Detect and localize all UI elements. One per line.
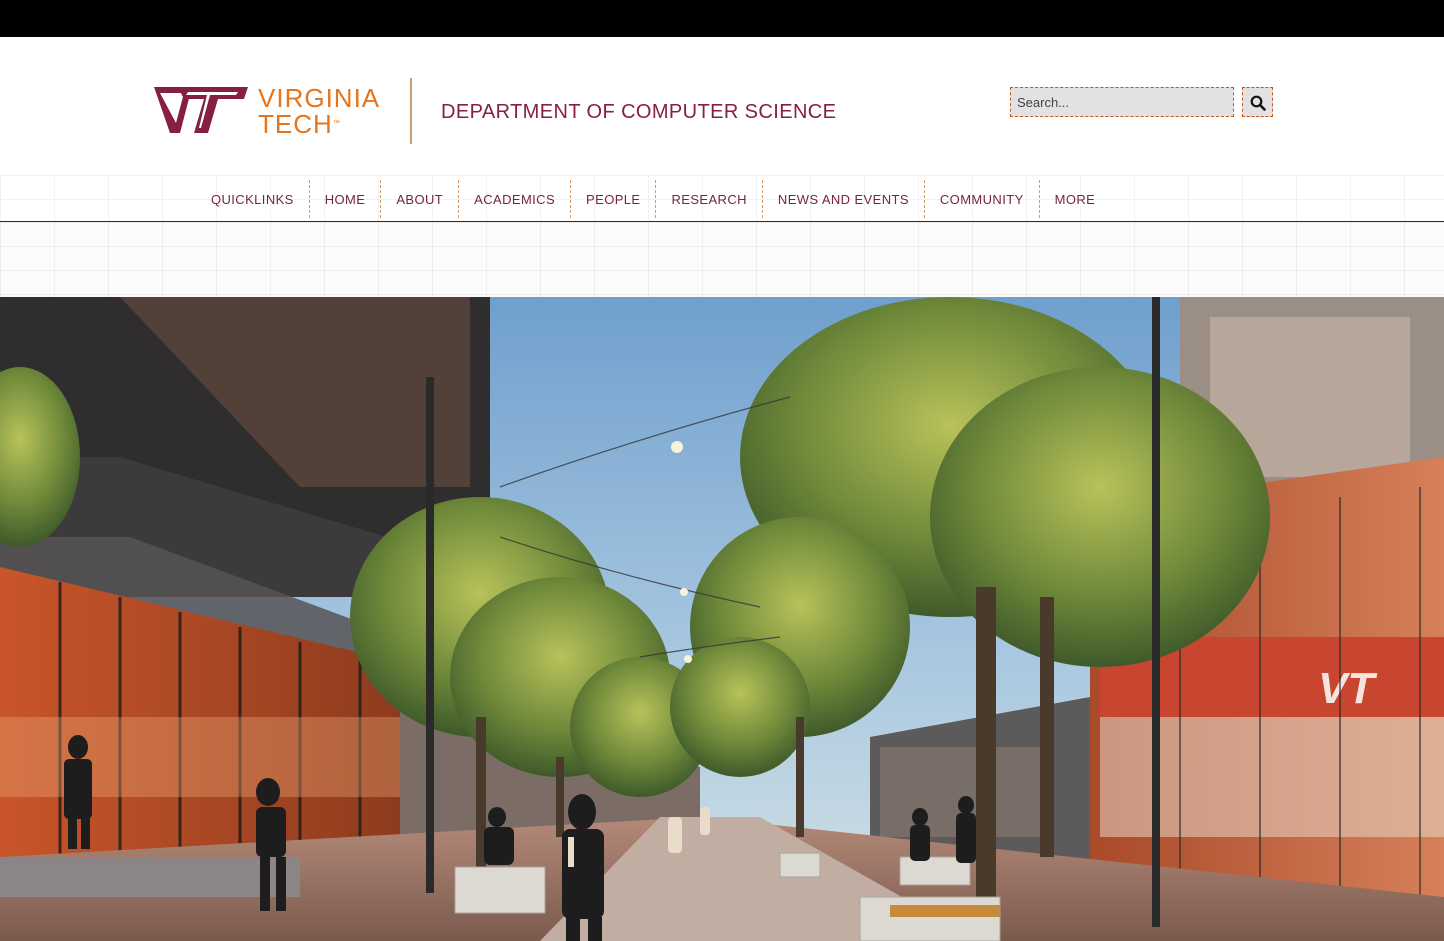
svg-text:VT: VT — [1318, 664, 1377, 713]
main-navigation: QUICKLINKS HOME ABOUT ACADEMICS PEOPLE R… — [0, 175, 1444, 222]
search-input[interactable] — [1010, 87, 1234, 117]
nav-list: QUICKLINKS HOME ABOUT ACADEMICS PEOPLE R… — [196, 180, 1110, 218]
nav-item-news-and-events[interactable]: NEWS AND EVENTS — [763, 180, 925, 218]
nav-item-people[interactable]: PEOPLE — [571, 180, 657, 218]
nav-item-academics[interactable]: ACADEMICS — [459, 180, 572, 218]
campus-street-rendering: VT — [0, 297, 1444, 941]
header-divider — [410, 78, 412, 144]
nav-item-research[interactable]: RESEARCH — [656, 180, 763, 218]
trademark-mark: ™ — [332, 120, 341, 127]
nav-item-quicklinks[interactable]: QUICKLINKS — [196, 180, 310, 218]
browser-top-bar — [0, 0, 1444, 37]
department-title[interactable]: DEPARTMENT OF COMPUTER SCIENCE — [441, 100, 836, 124]
nav-item-more[interactable]: MORE — [1040, 180, 1111, 218]
hero-image: VT — [0, 297, 1444, 941]
search-button[interactable] — [1242, 87, 1273, 117]
nav-item-about[interactable]: ABOUT — [381, 180, 460, 218]
grid-background-band — [0, 222, 1444, 297]
search-icon — [1250, 95, 1266, 111]
wordmark-line-1: VIRGINIA — [258, 83, 381, 113]
wordmark-line-2: TECH™ — [258, 111, 398, 137]
nav-item-community[interactable]: COMMUNITY — [925, 180, 1040, 218]
site-header: VIRGINIA TECH™ DEPARTMENT OF COMPUTER SC… — [0, 37, 1444, 175]
vt-logo-icon — [154, 87, 248, 133]
wordmark-tech: TECH — [258, 109, 333, 139]
nav-item-home[interactable]: HOME — [310, 180, 382, 218]
vt-storefront-sign: VT — [1318, 664, 1377, 713]
virginia-tech-wordmark: VIRGINIA TECH™ — [258, 85, 398, 137]
virginia-tech-logo[interactable]: VIRGINIA TECH™ — [154, 85, 399, 137]
